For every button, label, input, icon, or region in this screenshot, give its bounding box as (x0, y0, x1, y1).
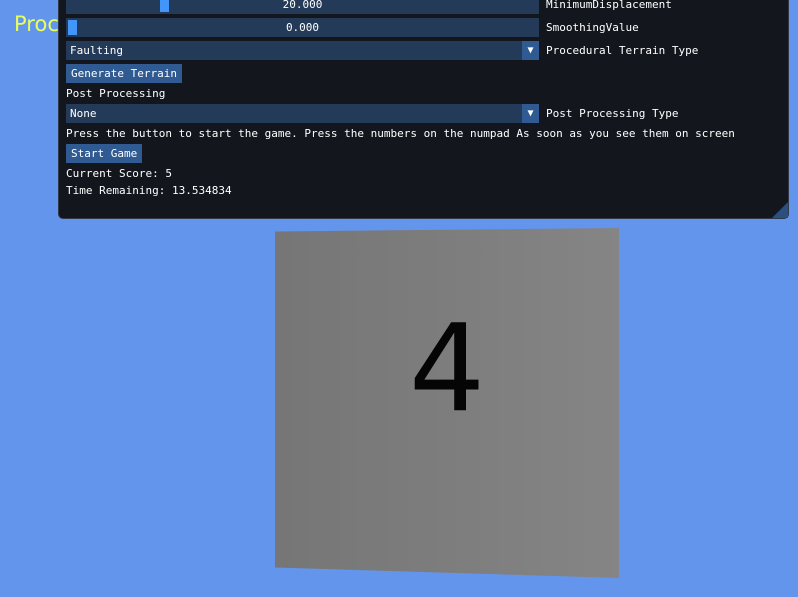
generate-terrain-button[interactable]: Generate Terrain (66, 64, 182, 83)
start-game-button[interactable]: Start Game (66, 144, 143, 163)
post-processing-header: Post Processing (66, 87, 166, 100)
terrain-type-selected: Faulting (70, 44, 123, 57)
slider-value: 20.000 (282, 0, 323, 11)
smoothing-value-slider[interactable]: 0.000 (66, 18, 539, 37)
triangle-down-icon[interactable]: ▼ (522, 104, 539, 123)
minimum-displacement-slider[interactable]: 20.000 (66, 0, 539, 14)
instructions-text: Press the button to start the game. Pres… (66, 127, 735, 140)
minimum-displacement-row: 20.000 MinimumDisplacement (66, 0, 672, 14)
post-processing-selected: None (70, 107, 97, 120)
slider-grab[interactable] (68, 20, 77, 35)
smoothing-value-label: SmoothingValue (546, 21, 639, 34)
post-processing-type-label: Post Processing Type (546, 107, 679, 120)
smoothing-value-row: 0.000 SmoothingValue (66, 18, 639, 37)
terrain-type-row: Faulting ▼ Procedural Terrain Type (66, 41, 698, 60)
resize-grip-icon[interactable] (772, 202, 788, 218)
post-processing-type-combo[interactable]: None ▼ (66, 104, 539, 123)
slider-value: 0.000 (285, 21, 320, 34)
slider-grab[interactable] (160, 0, 169, 12)
terrain-type-combo[interactable]: Faulting ▼ (66, 41, 539, 60)
number-card: 4 (275, 228, 619, 578)
current-score: Current Score: 5 (66, 167, 172, 180)
background-title: Proc (14, 12, 59, 36)
generate-row: Generate Terrain (66, 64, 182, 83)
minimum-displacement-label: MinimumDisplacement (546, 0, 672, 11)
time-remaining: Time Remaining: 13.534834 (66, 184, 232, 197)
triangle-down-icon[interactable]: ▼ (522, 41, 539, 60)
game-viewport: Proc 20.000 MinimumDisplacement 0.000 Sm… (0, 0, 798, 597)
start-row: Start Game (66, 144, 143, 163)
settings-window: 20.000 MinimumDisplacement 0.000 Smoothi… (58, 0, 789, 219)
terrain-type-label: Procedural Terrain Type (546, 44, 699, 57)
post-processing-type-row: None ▼ Post Processing Type (66, 104, 678, 123)
target-digit: 4 (408, 300, 486, 439)
